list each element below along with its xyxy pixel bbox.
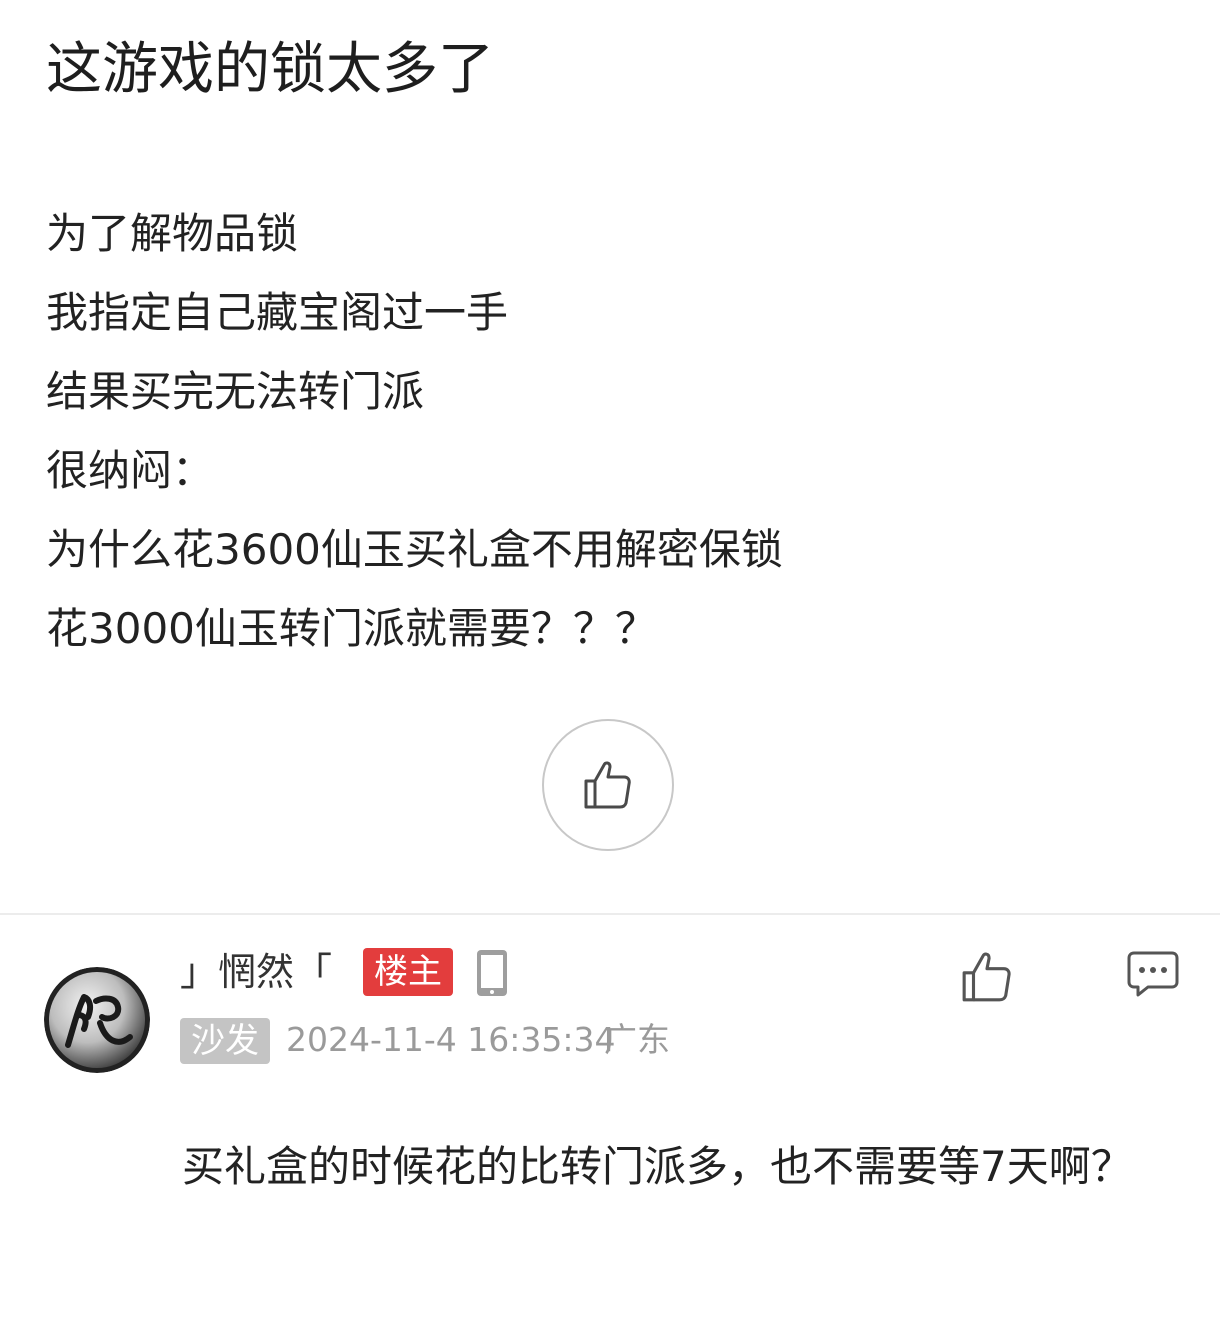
post-line: 结果买完无法转门派 <box>46 367 425 416</box>
phone-icon <box>477 950 507 996</box>
location: 广东 <box>604 1020 670 1059</box>
post-line: 花3000仙玉转门派就需要？？？ <box>46 604 657 653</box>
post-line: 很纳闷： <box>46 446 215 495</box>
reply-comment-button[interactable] <box>1126 950 1180 998</box>
avatar-image <box>44 967 150 1073</box>
post-body: 为了解物品锁 我指定自己藏宝阁过一手 结果买完无法转门派 很纳闷： 为什么花36… <box>46 194 783 668</box>
timestamp: 2024-11-4 16:35:34 <box>286 1020 616 1059</box>
device-icon <box>474 948 510 998</box>
thumbs-up-icon <box>584 761 631 809</box>
post-line: 我指定自己藏宝阁过一手 <box>46 288 509 337</box>
post-line: 为了解物品锁 <box>46 209 299 258</box>
post-title: 这游戏的锁太多了 <box>46 37 494 102</box>
floor-badge: 沙发 <box>180 1018 270 1064</box>
comment-icon <box>1127 951 1179 997</box>
op-badge: 楼主 <box>363 948 453 996</box>
avatar[interactable] <box>44 967 150 1073</box>
post-line: 为什么花3600仙玉买礼盒不用解密保锁 <box>46 525 783 574</box>
divider <box>0 913 1220 915</box>
post-like-button[interactable] <box>542 719 674 851</box>
reply-text: 买礼盒的时候花的比转门派多，也不需要等7天啊？ <box>182 1142 1133 1191</box>
reply-like-button[interactable] <box>960 950 1014 1004</box>
username[interactable]: 」惘然「 <box>180 946 332 998</box>
thumbs-up-icon <box>962 952 1011 1002</box>
